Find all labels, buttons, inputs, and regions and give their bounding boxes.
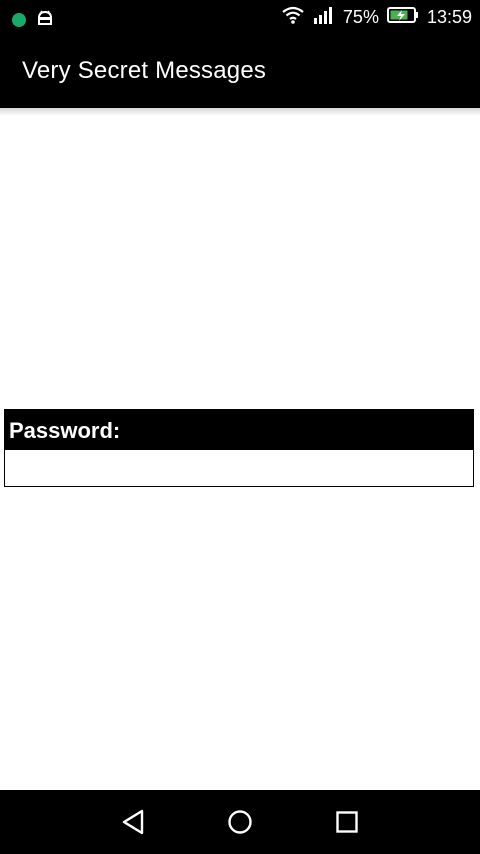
navigation-bar bbox=[0, 790, 480, 854]
notification-dot-icon bbox=[12, 12, 26, 27]
wifi-icon bbox=[281, 5, 305, 30]
signal-icon bbox=[313, 5, 335, 30]
battery-percent: 75% bbox=[342, 6, 379, 27]
app-bar-shadow bbox=[0, 108, 480, 116]
status-left bbox=[12, 8, 54, 31]
back-button[interactable] bbox=[118, 806, 150, 838]
android-icon bbox=[36, 8, 54, 31]
recents-button[interactable] bbox=[331, 806, 363, 838]
home-button[interactable] bbox=[224, 806, 256, 838]
password-label: Password: bbox=[5, 410, 473, 450]
battery-charging-icon bbox=[386, 6, 419, 29]
status-bar: 75% 13:59 bbox=[0, 0, 480, 34]
password-panel: Password: bbox=[4, 409, 474, 487]
recents-square-icon bbox=[336, 811, 358, 833]
app-bar: Very Secret Messages bbox=[0, 34, 480, 108]
status-right: 75% 13:59 bbox=[281, 6, 472, 28]
password-input[interactable] bbox=[5, 450, 473, 486]
app-title: Very Secret Messages bbox=[22, 57, 267, 84]
clock: 13:59 bbox=[426, 6, 472, 27]
back-triangle-icon bbox=[122, 809, 144, 835]
home-circle-icon bbox=[228, 810, 252, 834]
